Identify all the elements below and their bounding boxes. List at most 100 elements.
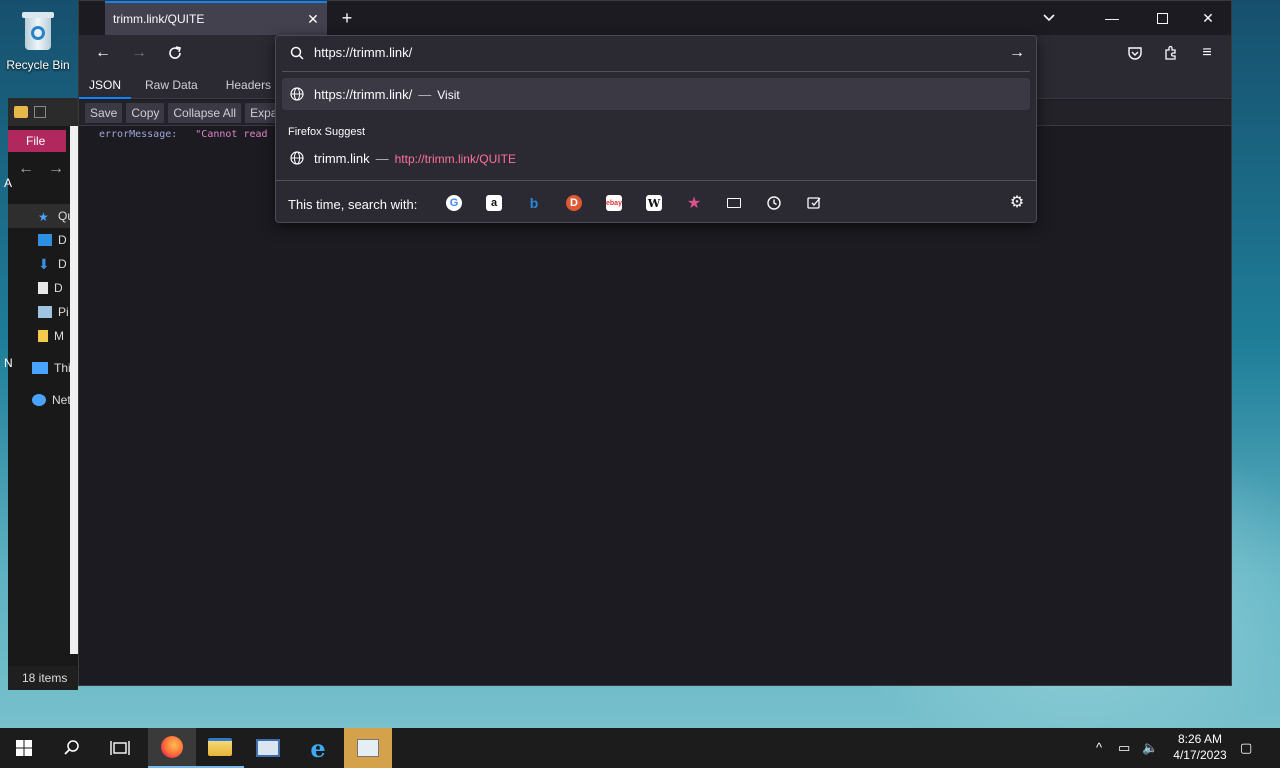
amazon-icon[interactable]: a (486, 195, 502, 211)
pocket-icon[interactable] (1123, 41, 1147, 65)
wikipedia-icon[interactable]: W (646, 195, 662, 211)
search-taskbar-icon[interactable] (48, 728, 96, 768)
suggestion-visit[interactable]: https://trimm.link/ — Visit (282, 78, 1030, 110)
explorer-content-edge (70, 126, 78, 654)
hamburger-menu-icon[interactable]: ≡ (1195, 41, 1219, 65)
system-clock[interactable]: 8:26 AM 4/17/2023 (1170, 731, 1230, 763)
tree-item-pictures[interactable]: Pi (8, 300, 78, 324)
tree-item-downloads[interactable]: ⬇ D (8, 252, 78, 276)
show-hidden-icons-chevron-icon[interactable]: ^ (1096, 740, 1102, 755)
star-icon: ★ (38, 210, 49, 224)
desktop-icon (38, 234, 52, 246)
close-tab-icon[interactable]: ✕ (305, 11, 321, 27)
save-button[interactable]: Save (85, 102, 123, 123)
windows-taskbar: e ^ ▭ 🔈 8:26 AM 4/17/2023 ▢ (0, 728, 1280, 768)
collapse-all-button[interactable]: Collapse All (168, 102, 242, 123)
clock-time: 8:26 AM (1177, 732, 1223, 746)
duckduckgo-icon[interactable]: D (566, 195, 582, 211)
tree-item-documents[interactable]: D (8, 276, 78, 300)
extensions-icon[interactable] (1159, 41, 1183, 65)
recycle-bin-label: Recycle Bin (6, 58, 70, 72)
list-all-tabs-icon[interactable] (1041, 9, 1057, 25)
volume-muted-icon[interactable]: 🔈 (1142, 740, 1158, 756)
tab-json[interactable]: JSON (79, 71, 132, 99)
server-manager-taskbar-icon[interactable] (244, 728, 292, 768)
reload-icon[interactable] (163, 41, 187, 65)
file-explorer-window: File ← → ★ Qui D ⬇ D D Pi M Thi Net 18 i… (8, 98, 78, 690)
tab-trimm-link[interactable]: trimm.link/QUITE ✕ (105, 1, 327, 35)
urlbar-input[interactable]: https://trimm.link/ (314, 45, 412, 60)
navigation-tree: ★ Qui D ⬇ D D Pi M Thi Net (8, 204, 78, 412)
firefox-suggest-label: Firefox Suggest (288, 126, 366, 138)
tree-item-this-pc[interactable]: Thi (8, 356, 78, 380)
explorer-status-bar: 18 items (8, 666, 78, 690)
bookmarks-icon[interactable]: ★ (686, 195, 702, 212)
ebay-icon[interactable]: ebay (606, 195, 622, 211)
one-off-search-bar: This time, search with: G a b D ebay W ★… (276, 180, 1036, 222)
copy-button[interactable]: Copy (126, 102, 165, 123)
file-explorer-taskbar-icon[interactable] (196, 728, 244, 768)
tab-strip: trimm.link/QUITE ✕ + — ✕ (79, 1, 1231, 35)
clock-date: 4/17/2023 (1173, 748, 1227, 762)
this-pc-icon (32, 362, 48, 374)
document-icon (38, 282, 48, 294)
back-icon[interactable]: ← (91, 41, 115, 65)
file-menu-tab[interactable]: File (8, 130, 66, 152)
firefox-window: trimm.link/QUITE ✕ + — ✕ ← → ≡ JSON Raw … (78, 0, 1232, 686)
properties-icon[interactable] (34, 106, 46, 118)
urlbar[interactable]: https://trimm.link/ → (276, 36, 1036, 70)
minimize-icon[interactable]: — (1089, 1, 1135, 35)
recycle-bin-shortcut[interactable]: Recycle Bin (2, 6, 74, 72)
tab-raw-data[interactable]: Raw Data (131, 71, 212, 99)
action-center-icon[interactable]: ▢ (1240, 740, 1252, 756)
suggestion-history[interactable]: trimm.link — http://trimm.link/QUITE (282, 142, 1030, 174)
close-window-icon[interactable]: ✕ (1185, 1, 1231, 35)
google-icon[interactable]: G (446, 195, 462, 211)
back-arrow-icon[interactable]: ← (18, 160, 34, 178)
network-icon (32, 394, 46, 406)
suggestion-action: Visit (437, 88, 460, 102)
history-icon[interactable] (766, 195, 782, 211)
firefox-taskbar-icon[interactable] (148, 728, 196, 768)
urlbar-dropdown: https://trimm.link/ → https://trimm.link… (275, 35, 1037, 223)
json-key: errorMessage: (99, 129, 178, 140)
forward-icon[interactable]: → (127, 41, 151, 65)
urlbar-divider (282, 71, 1030, 72)
task-view-icon[interactable] (96, 728, 144, 768)
explorer-side-label-a: A (4, 176, 13, 190)
actions-icon[interactable] (806, 195, 822, 211)
app-taskbar-icon[interactable] (344, 728, 392, 768)
go-arrow-icon[interactable]: → (1008, 44, 1026, 62)
suggestion-title: trimm.link (314, 151, 370, 166)
tab-title: trimm.link/QUITE (113, 12, 205, 26)
explorer-side-label-n: N (4, 356, 13, 370)
forward-arrow-icon[interactable]: → (48, 160, 64, 178)
json-row: errorMessage: "Cannot read (99, 129, 268, 140)
json-value: "Cannot read (195, 129, 268, 140)
explorer-quick-access-toolbar (8, 98, 78, 126)
globe-icon (290, 151, 304, 165)
pictures-icon (38, 306, 52, 318)
new-tab-icon[interactable]: + (337, 8, 357, 28)
start-button[interactable] (0, 728, 48, 768)
folder-icon[interactable] (14, 106, 28, 118)
internet-explorer-taskbar-icon[interactable]: e (294, 728, 342, 768)
suggestion-separator: — (375, 151, 389, 166)
suggestion-separator: — (418, 87, 432, 102)
explorer-nav: ← → (18, 160, 64, 178)
suggestion-title: https://trimm.link/ (314, 87, 413, 102)
bing-icon[interactable]: b (526, 195, 542, 211)
tree-item-quick-access[interactable]: ★ Qui (8, 204, 78, 228)
tree-item-desktop[interactable]: D (8, 228, 78, 252)
tree-item-network[interactable]: Net (8, 388, 78, 412)
tree-item-music[interactable]: M (8, 324, 78, 348)
maximize-icon[interactable] (1139, 1, 1185, 35)
download-icon: ⬇ (38, 256, 50, 272)
folder-icon (38, 330, 48, 342)
recycle-bin-icon (20, 10, 56, 54)
suggestion-url: http://trimm.link/QUITE (394, 152, 516, 166)
tabs-icon[interactable] (726, 195, 742, 211)
globe-icon (290, 87, 304, 101)
network-tray-icon[interactable]: ▭ (1118, 740, 1130, 756)
search-settings-gear-icon[interactable]: ⚙ (1008, 194, 1026, 212)
